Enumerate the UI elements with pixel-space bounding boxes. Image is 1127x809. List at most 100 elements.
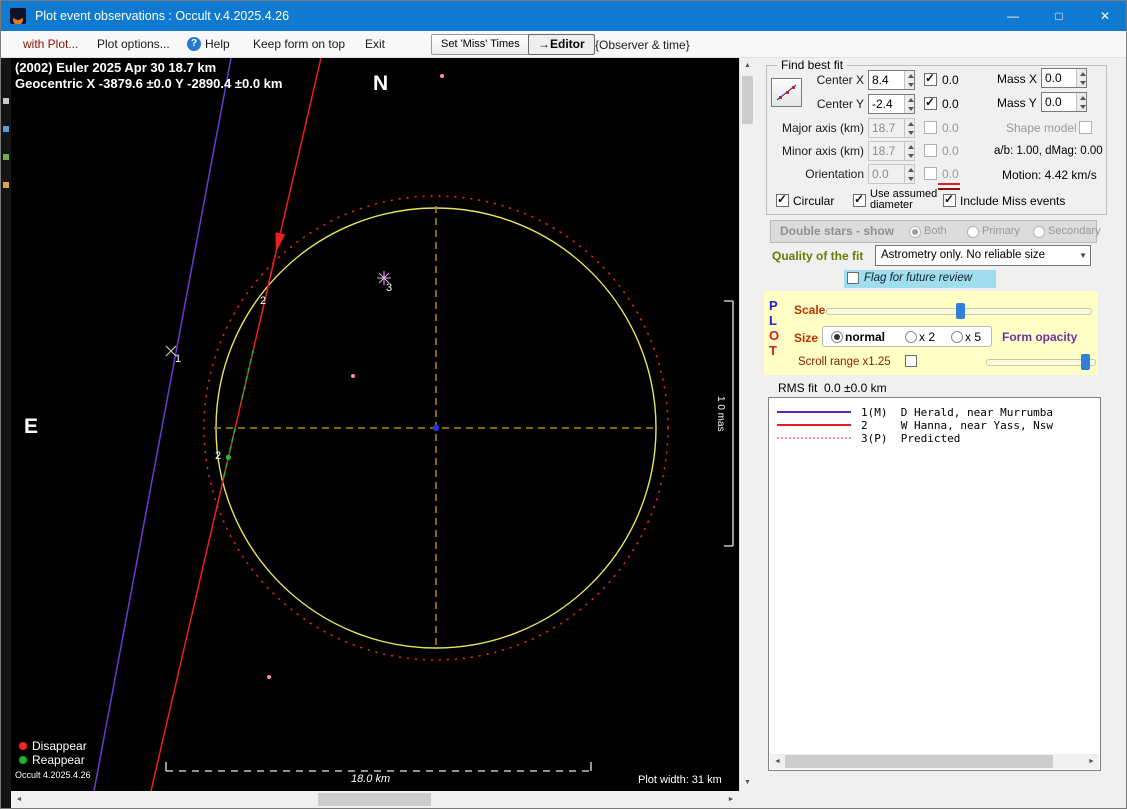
center-y-input[interactable] [868,94,915,114]
reappear-label: Reappear [32,753,85,767]
chord-3-label: 3 [386,282,392,294]
chord-2-disappear-label: 2 [260,295,266,307]
orientation-spinner [904,165,914,183]
listbox-scrollbar-thumb[interactable] [785,755,1053,768]
chord-1-line [94,58,231,791]
maximize-button[interactable]: □ [1036,1,1082,31]
size-normal-radio[interactable] [831,331,843,343]
east-label: E [24,415,38,439]
plot-canvas[interactable]: (2002) Euler 2025 Apr 30 18.7 km Geocent… [11,58,739,791]
scroll-up-icon[interactable]: ▲ [740,58,755,74]
center-x-error: 0.0 [942,73,959,87]
km-scale-ticks [166,762,591,771]
scale-slider-thumb[interactable] [956,303,965,319]
plot-controls-box: P L O T Scale Size normal x 2 x 5 Form o… [764,291,1098,375]
shape-model-label: Shape model [1006,121,1077,135]
dropdown-arrow-icon[interactable]: ▼ [1079,251,1087,260]
horizontal-scrollbar-thumb[interactable] [318,793,431,806]
menu-help[interactable]: Help [205,37,230,51]
set-miss-times-button[interactable]: Set 'Miss' Times [431,34,530,55]
mass-x-spinner[interactable] [1076,69,1086,87]
menu-keep-on-top[interactable]: Keep form on top [253,37,345,51]
flag-review-label: Flag for future review [864,272,972,284]
include-miss-events-checkbox[interactable] [943,194,956,207]
opacity-slider-thumb[interactable] [1081,354,1090,370]
close-button[interactable]: ✕ [1082,1,1127,31]
opacity-slider-track[interactable] [986,359,1096,366]
mass-x-label: Mass X [997,72,1037,86]
listbox-scroll-left-icon[interactable]: ◄ [770,754,785,769]
quality-of-fit-label: Quality of the fit [772,249,863,263]
size-x5-radio[interactable] [951,331,963,343]
minor-axis-label: Minor axis (km) [772,144,864,158]
mass-y-spinner[interactable] [1076,93,1086,111]
scroll-down-icon[interactable]: ▼ [740,775,755,791]
center-y-error: 0.0 [942,97,959,111]
chord-2-reappear-label: 2 [215,450,221,462]
mass-y-label: Mass Y [997,96,1037,110]
vertical-scrollbar-thumb[interactable] [742,76,753,124]
observation-text: 1(M) D Herald, near Murrumba [861,406,1053,419]
size-x2-radio[interactable] [905,331,917,343]
app-window: Plot event observations : Occult v.4.202… [0,0,1127,809]
plot-letter-p: P [769,298,778,313]
center-x-label: Center X [772,73,864,87]
circular-label: Circular [793,194,834,208]
center-y-fix-checkbox[interactable] [924,97,937,110]
center-x-input[interactable] [868,70,915,90]
center-x-fix-checkbox[interactable] [924,73,937,86]
observations-listbox[interactable]: 1(M) D Herald, near Murrumba 2 W Hanna, … [768,397,1101,771]
menu-plot-options[interactable]: Plot options... [97,37,170,51]
predicted-dot [440,74,444,78]
background-icon [3,98,9,104]
double-stars-both-radio [909,226,921,238]
observer-time-label[interactable]: {Observer & time} [595,38,690,52]
center-y-spinner[interactable] [904,95,914,113]
use-assumed-line2: diameter [870,200,937,211]
plot-letter-o: O [769,328,779,343]
major-axis-fix-checkbox [924,121,937,134]
chord-1-label: 1 [175,353,181,365]
double-stars-both-label: Both [924,225,947,237]
editor-button[interactable]: →Editor [528,34,595,55]
listbox-scroll-right-icon[interactable]: ► [1084,754,1099,769]
observation-row[interactable]: 2 W Hanna, near Yass, Nsw [769,419,1100,432]
double-stars-secondary-label: Secondary [1048,225,1101,237]
scale-label: Scale [794,303,825,317]
minimize-button[interactable]: — [990,1,1036,31]
double-stars-title: Double stars - show [780,224,894,238]
observation-row[interactable]: 1(M) D Herald, near Murrumba [769,406,1100,419]
mass-x-input[interactable] [1041,68,1087,88]
observation-row[interactable]: 3(P) Predicted [769,432,1100,445]
size-radio-group: normal x 2 x 5 [822,326,992,347]
use-assumed-diameter-checkbox[interactable] [853,194,866,207]
window-title: Plot event observations : Occult v.4.202… [35,1,289,31]
center-x-spinner[interactable] [904,71,914,89]
reappear-dot-icon [19,756,27,764]
menubar: with Plot... Plot options... ? Help Keep… [1,31,1127,58]
quality-of-fit-select[interactable]: Astrometry only. No reliable size ▼ [875,245,1091,266]
chord-2-direction-arrow [276,232,286,253]
form-opacity-button[interactable]: Form opacity [1002,330,1077,344]
fitted-circle-sample-icon [938,188,960,190]
scrollbar-corner [739,791,754,808]
orientation-error: 0.0 [942,167,959,181]
minor-axis-fix-checkbox [924,144,937,157]
control-panel: Find best fit Center X 0.0 Mass X Center… [754,58,1127,809]
double-stars-group: Double stars - show Both Primary Seconda… [770,220,1097,243]
circular-checkbox[interactable] [776,194,789,207]
vertical-scrollbar[interactable]: ▲ ▼ [739,58,754,791]
scroll-left-icon[interactable]: ◄ [11,791,27,808]
chord-1-sample-icon [777,411,851,413]
menu-with-plot[interactable]: with Plot... [23,37,78,51]
scroll-range-checkbox[interactable] [905,355,917,367]
listbox-horizontal-scrollbar[interactable]: ◄ ► [770,754,1099,769]
background-icon [3,182,9,188]
menu-exit[interactable]: Exit [365,37,385,51]
horizontal-scrollbar[interactable]: ◄ ► [11,791,739,808]
double-stars-primary-radio [967,226,979,238]
scroll-right-icon[interactable]: ► [723,791,739,808]
center-marker [433,425,439,431]
flag-review-checkbox[interactable] [847,272,859,284]
mass-y-input[interactable] [1041,92,1087,112]
